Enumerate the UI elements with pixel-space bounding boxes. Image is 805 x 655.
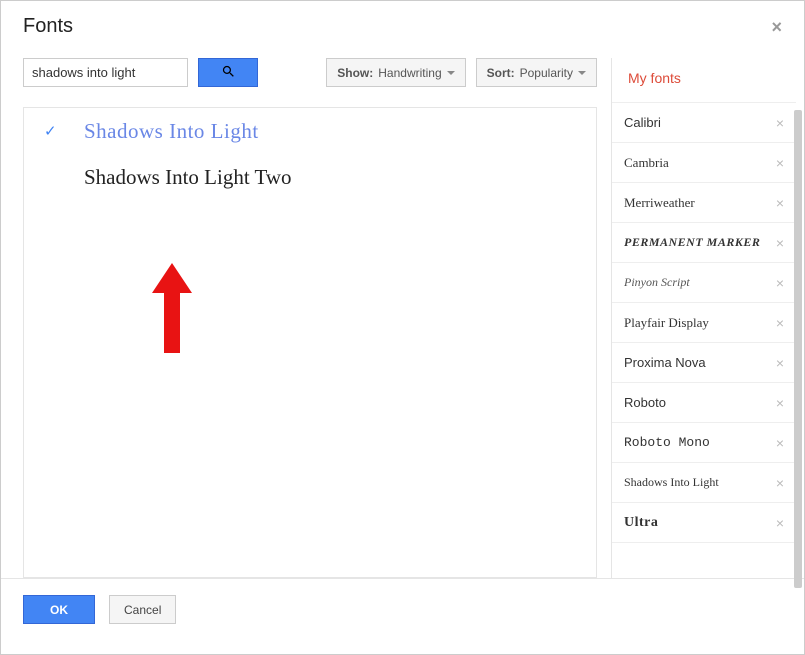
font-result-name: Shadows Into Light Two [84,165,292,190]
cancel-button[interactable]: Cancel [109,595,176,624]
check-icon: ✓ [44,122,60,140]
sort-filter-value: Popularity [520,66,573,80]
remove-font-icon[interactable]: × [776,395,784,411]
remove-font-icon[interactable]: × [776,515,784,531]
my-font-item[interactable]: Roboto × [612,383,796,423]
my-font-item[interactable]: Roboto Mono × [612,423,796,463]
my-font-item-name: Shadows Into Light [624,475,719,490]
my-font-item[interactable]: Pinyon Script × [612,263,796,303]
my-font-item[interactable]: Merriweather × [612,183,796,223]
remove-font-icon[interactable]: × [776,315,784,331]
dialog-footer: OK Cancel [1,578,804,640]
close-button[interactable]: × [771,18,782,36]
show-filter-value: Handwriting [378,66,441,80]
my-font-item[interactable]: Ultra × [612,503,796,543]
result-row[interactable]: Shadows Into Light Two [24,154,596,200]
my-font-item[interactable]: Cambria × [612,143,796,183]
remove-font-icon[interactable]: × [776,155,784,171]
fonts-dialog: Fonts × Show: Handwriting Sort: [0,0,805,655]
my-font-item-name: Proxima Nova [624,355,706,370]
remove-font-icon[interactable]: × [776,275,784,291]
remove-font-icon[interactable]: × [776,195,784,211]
my-font-item[interactable]: Shadows Into Light × [612,463,796,503]
sort-filter-label: Sort: [487,66,515,80]
search-input[interactable] [23,58,188,87]
my-font-item[interactable]: Proxima Nova × [612,343,796,383]
dialog-header: Fonts × [1,1,804,48]
remove-font-icon[interactable]: × [776,235,784,251]
my-font-item-name: Roboto Mono [624,435,710,450]
annotation-arrow [152,263,192,353]
font-results: ✓ Shadows Into Light Shadows Into Light … [23,107,597,578]
sort-filter-button[interactable]: Sort: Popularity [476,58,597,87]
search-button[interactable] [198,58,258,87]
search-icon [221,64,236,82]
my-fonts-list[interactable]: Calibri×Cambria×Merriweather×Permanent M… [612,102,796,578]
toolbar: Show: Handwriting Sort: Popularity [23,58,597,87]
my-fonts-title: My fonts [612,58,796,102]
my-font-item-name: Permanent Marker [624,235,760,250]
left-panel: Show: Handwriting Sort: Popularity ✓ Sha… [9,48,611,578]
remove-font-icon[interactable]: × [776,435,784,451]
remove-font-icon[interactable]: × [776,475,784,491]
scrollbar[interactable] [794,110,802,588]
show-filter-button[interactable]: Show: Handwriting [326,58,465,87]
my-font-item[interactable]: Calibri × [612,103,796,143]
my-font-item-name: Calibri [624,115,661,130]
my-font-item-name: Roboto [624,395,666,410]
my-fonts-panel: My fonts Calibri×Cambria×Merriweather×Pe… [611,58,796,578]
my-font-item-name: Merriweather [624,195,695,211]
remove-font-icon[interactable]: × [776,115,784,131]
chevron-down-icon [578,71,586,75]
dialog-title: Fonts [23,15,73,38]
remove-font-icon[interactable]: × [776,355,784,371]
result-row[interactable]: ✓ Shadows Into Light [24,108,596,154]
my-font-item-name: Cambria [624,155,669,171]
my-font-item-name: Pinyon Script [624,275,690,290]
font-result-name: Shadows Into Light [84,119,259,144]
chevron-down-icon [447,71,455,75]
ok-button[interactable]: OK [23,595,95,624]
my-font-item[interactable]: Permanent Marker × [612,223,796,263]
my-font-item[interactable]: Playfair Display × [612,303,796,343]
dialog-body: Show: Handwriting Sort: Popularity ✓ Sha… [1,48,804,578]
show-filter-label: Show: [337,66,373,80]
my-font-item-name: Playfair Display [624,315,709,331]
my-font-item-name: Ultra [624,515,658,531]
